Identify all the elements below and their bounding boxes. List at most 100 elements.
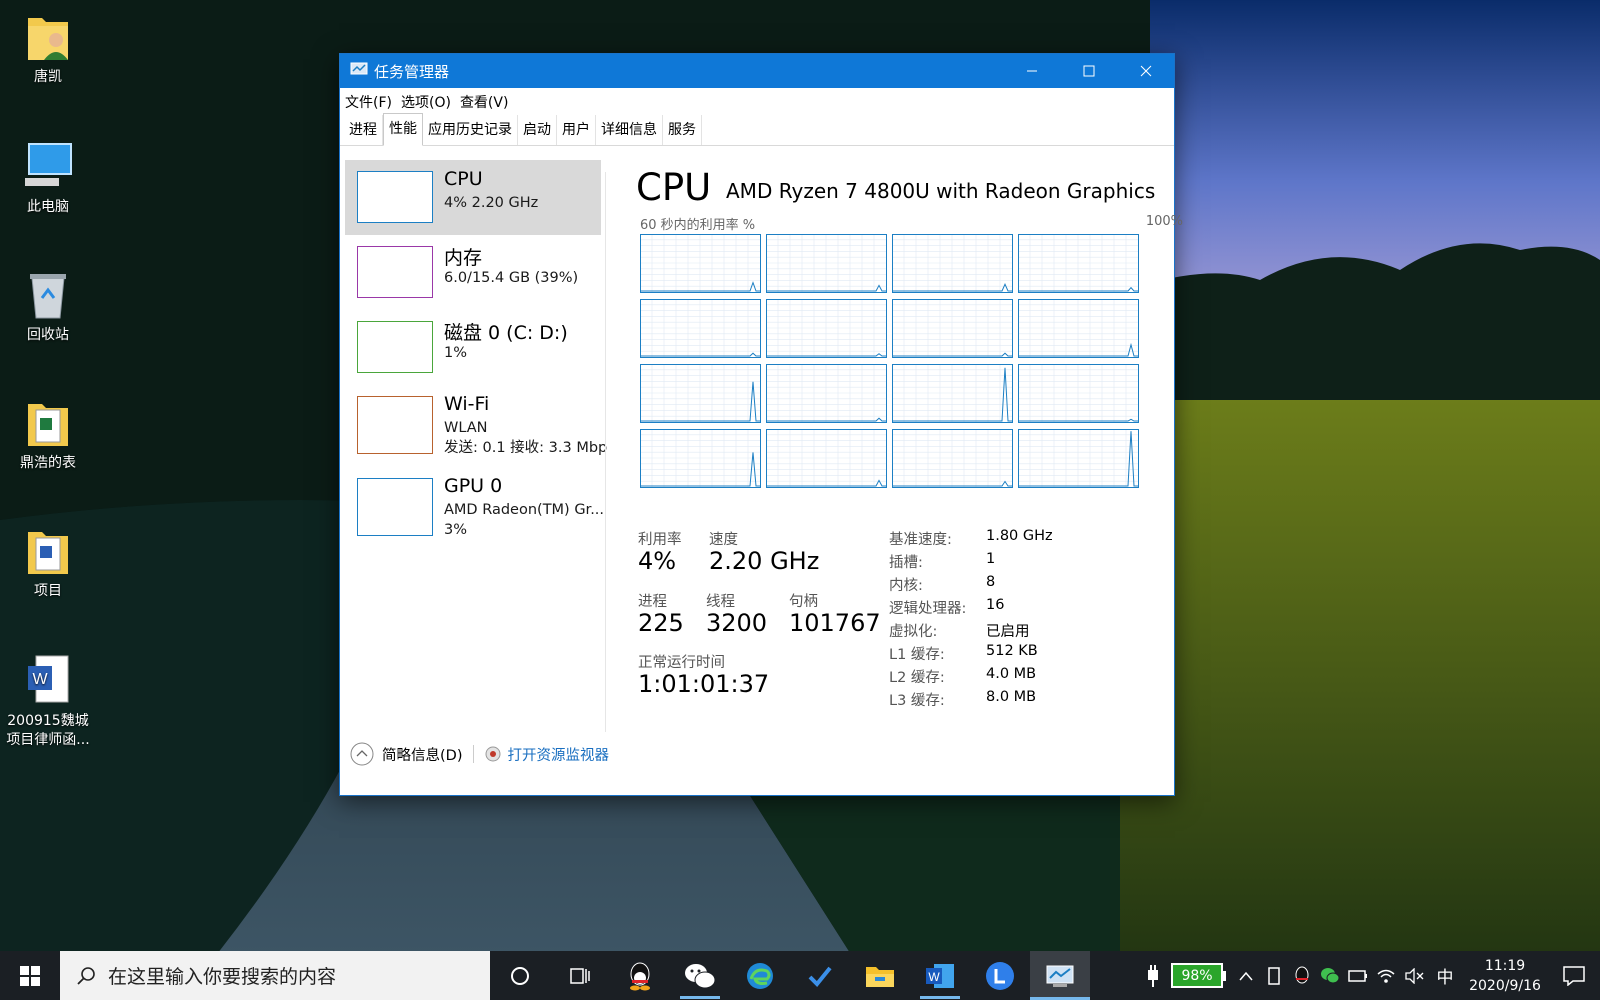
search-icon bbox=[77, 966, 95, 985]
desktop-icon-label: 鼎浩的表 bbox=[20, 455, 76, 471]
battery-percent: 98% bbox=[1181, 967, 1213, 984]
menu-view[interactable]: 查看(V) bbox=[460, 92, 509, 112]
logical-processor-graph bbox=[892, 234, 1013, 293]
taskbar-app-wechat[interactable] bbox=[670, 951, 730, 1000]
desktop-icon-word-document[interactable]: W 200915魏城 项目律师函... bbox=[0, 652, 96, 750]
tab-users[interactable]: 用户 bbox=[557, 115, 596, 145]
tab-processes[interactable]: 进程 bbox=[344, 115, 383, 145]
tab-services[interactable]: 服务 bbox=[663, 115, 702, 145]
task-manager-icon bbox=[1046, 965, 1074, 987]
start-button[interactable] bbox=[0, 951, 60, 1000]
taskbar-app-task-manager[interactable] bbox=[1030, 951, 1090, 1000]
desktop-icon-recycle-bin[interactable]: 回收站 bbox=[0, 266, 96, 345]
word-folder-icon bbox=[22, 522, 74, 578]
sidebar-item-detail: 3% bbox=[444, 522, 468, 538]
tab-app-history[interactable]: 应用历史记录 bbox=[423, 115, 518, 145]
open-resource-monitor-link[interactable]: 打开资源监视器 bbox=[485, 744, 609, 765]
tab-startup[interactable]: 启动 bbox=[518, 115, 557, 145]
sidebar-divider bbox=[605, 172, 606, 732]
desktop-icon-project-folder[interactable]: 项目 bbox=[0, 522, 96, 601]
speed-label: 速度 bbox=[709, 532, 738, 548]
title-bar[interactable]: 任务管理器 bbox=[340, 54, 1174, 88]
logical-processor-graph bbox=[1018, 234, 1139, 293]
tab-details[interactable]: 详细信息 bbox=[596, 115, 663, 145]
close-button[interactable] bbox=[1117, 54, 1174, 88]
sidebar-item-cpu[interactable]: CPU 4% 2.20 GHz bbox=[345, 160, 601, 235]
logical-processor-graph bbox=[766, 364, 887, 423]
recycle-bin-icon bbox=[22, 266, 74, 322]
battery-indicator[interactable]: 98% bbox=[1171, 963, 1226, 988]
menu-bar: 文件(F) 选项(O) 查看(V) bbox=[340, 88, 1174, 116]
cpu-heading: CPU bbox=[636, 166, 712, 209]
spec-label: L1 缓存: bbox=[889, 647, 945, 663]
fewer-details-button[interactable]: 简略信息(D) bbox=[350, 742, 462, 766]
taskbar-search-box[interactable]: 在这里输入你要搜索的内容 bbox=[60, 951, 490, 1000]
cortana-button[interactable] bbox=[490, 951, 550, 1000]
logical-processor-graph bbox=[892, 299, 1013, 358]
window-footer: 简略信息(D) 打开资源监视器 bbox=[350, 739, 609, 769]
desktop-icon-label: 200915魏城 项目律师函... bbox=[6, 712, 89, 750]
sidebar-item-memory[interactable]: 内存 6.0/15.4 GB (39%) bbox=[345, 235, 601, 310]
battery-saver-icon[interactable] bbox=[1344, 951, 1372, 1000]
logical-processor-graph bbox=[1018, 429, 1139, 488]
sidebar-item-disk[interactable]: 磁盘 0 (C: D:) 1% bbox=[345, 310, 601, 385]
maximize-button[interactable] bbox=[1060, 54, 1117, 88]
sidebar-item-detail: WLAN bbox=[444, 420, 488, 436]
input-method-indicator[interactable]: 中 bbox=[1428, 951, 1462, 1000]
taskbar-app-edge[interactable] bbox=[730, 951, 790, 1000]
taskbar-app-lark[interactable] bbox=[970, 951, 1030, 1000]
taskbar-app-file-explorer[interactable] bbox=[850, 951, 910, 1000]
tab-performance[interactable]: 性能 bbox=[383, 113, 423, 146]
desktop-icon-spreadsheet-folder[interactable]: 鼎浩的表 bbox=[0, 394, 96, 473]
close-icon bbox=[1140, 65, 1151, 77]
uptime-value: 1:01:01:37 bbox=[638, 670, 770, 698]
graph-max-label: 100% bbox=[1145, 214, 1183, 229]
qq-tray-icon[interactable] bbox=[1288, 951, 1316, 1000]
open-resource-monitor-label: 打开资源监视器 bbox=[507, 747, 609, 764]
taskbar-app-qq[interactable] bbox=[610, 951, 670, 1000]
wechat-tray-icon[interactable] bbox=[1316, 951, 1344, 1000]
show-hidden-icons-chevron-icon[interactable] bbox=[1232, 951, 1260, 1000]
spec-value: 8.0 MB bbox=[986, 689, 1037, 705]
task-manager-app-icon bbox=[350, 61, 368, 81]
sidebar-item-detail: 4% 2.20 GHz bbox=[444, 195, 539, 211]
spec-label: L3 缓存: bbox=[889, 693, 945, 709]
minimize-button[interactable] bbox=[1003, 54, 1060, 88]
spec-label: L2 缓存: bbox=[889, 670, 945, 686]
memory-thumbnail-graph bbox=[357, 246, 433, 298]
processes-value: 225 bbox=[638, 609, 684, 637]
desktop-icon-this-pc[interactable]: 此电脑 bbox=[0, 138, 96, 217]
logical-processor-graphs bbox=[640, 234, 1139, 488]
edge-icon bbox=[747, 962, 773, 989]
task-view-button[interactable] bbox=[550, 951, 610, 1000]
menu-options[interactable]: 选项(O) bbox=[401, 92, 451, 112]
maximize-icon bbox=[1083, 65, 1094, 77]
sidebar-item-gpu[interactable]: GPU 0 AMD Radeon(TM) Gr... 3% bbox=[345, 467, 604, 549]
spec-label: 虚拟化: bbox=[889, 624, 938, 640]
menu-file[interactable]: 文件(F) bbox=[345, 92, 392, 112]
processes-label: 进程 bbox=[638, 594, 667, 610]
taskbar-app-word[interactable]: W bbox=[910, 951, 970, 1000]
desktop-icon-user-folder[interactable]: 唐凯 bbox=[0, 8, 96, 87]
volume-muted-icon[interactable] bbox=[1400, 951, 1428, 1000]
lark-icon bbox=[986, 961, 1014, 990]
taskbar-clock[interactable]: 11:19 2020/9/16 bbox=[1462, 956, 1548, 996]
power-plug-icon[interactable] bbox=[1139, 951, 1167, 1000]
notification-icon bbox=[1563, 965, 1585, 986]
qq-icon bbox=[630, 962, 650, 990]
utilization-value: 4% bbox=[638, 547, 677, 575]
computer-icon bbox=[22, 138, 74, 194]
spec-label: 内核: bbox=[889, 578, 923, 594]
sidebar-item-wifi[interactable]: Wi-Fi WLAN 发送: 0.1 接收: 3.3 Mbp bbox=[345, 385, 607, 467]
tablet-icon[interactable] bbox=[1260, 951, 1288, 1000]
action-center-button[interactable] bbox=[1548, 951, 1600, 1000]
window-title: 任务管理器 bbox=[374, 62, 450, 81]
desktop-icon-label: 此电脑 bbox=[27, 199, 69, 215]
logical-processor-graph bbox=[766, 234, 887, 293]
uptime-label: 正常运行时间 bbox=[638, 655, 725, 671]
logical-processor-graph bbox=[892, 364, 1013, 423]
wifi-icon[interactable] bbox=[1372, 951, 1400, 1000]
footer-separator bbox=[473, 745, 475, 763]
taskbar-app-todo[interactable] bbox=[790, 951, 850, 1000]
utilization-label: 利用率 bbox=[638, 532, 682, 548]
